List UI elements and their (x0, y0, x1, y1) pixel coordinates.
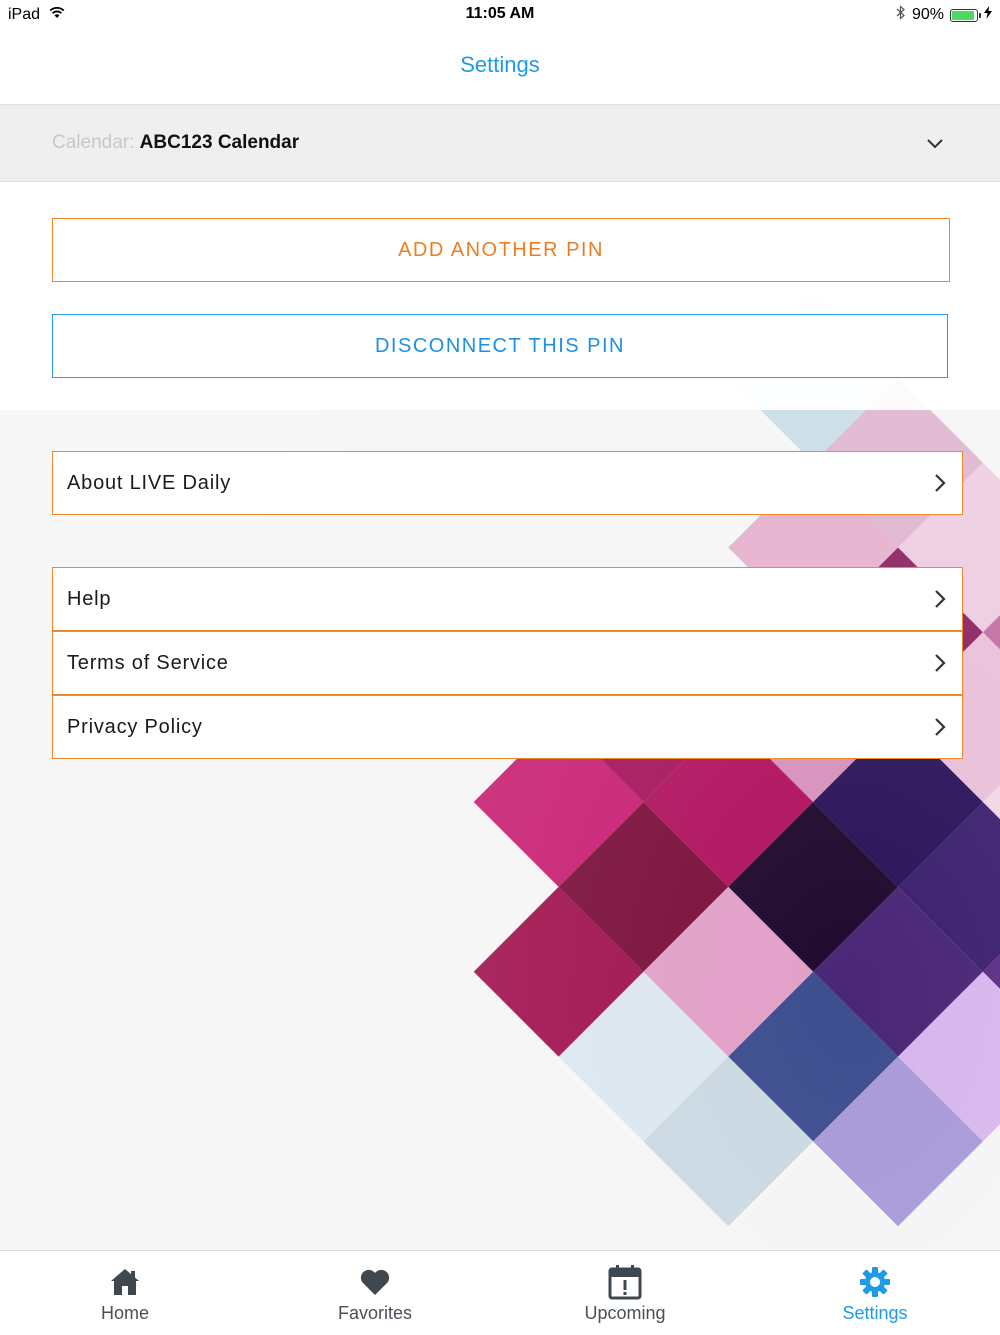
menu-item-terms[interactable]: Terms of Service (52, 631, 963, 695)
calendar-alert-icon (608, 1265, 642, 1300)
menu-item-privacy[interactable]: Privacy Policy (52, 695, 963, 759)
charging-bolt-icon (984, 6, 992, 24)
chevron-right-icon (934, 473, 946, 493)
home-icon (109, 1265, 141, 1299)
tab-label: Settings (842, 1303, 908, 1323)
page-title: Settings (460, 52, 540, 77)
tab-label: Upcoming (584, 1303, 666, 1323)
calendar-selector[interactable]: Calendar: ABC123 Calendar (0, 104, 1000, 182)
battery-percent: 90% (911, 6, 944, 23)
chevron-right-icon (934, 589, 946, 609)
status-bar: iPad 11:05 AM 90% (0, 0, 1000, 28)
tab-settings[interactable]: Settings (750, 1251, 1000, 1335)
gear-icon (859, 1265, 891, 1299)
menu-item-label: About LIVE Daily (67, 471, 231, 494)
chevron-right-icon (934, 653, 946, 673)
chevron-down-icon[interactable] (926, 137, 944, 155)
chevron-right-icon (934, 717, 946, 737)
menu-item-label: Terms of Service (67, 651, 229, 674)
menu-item-about[interactable]: About LIVE Daily (52, 451, 963, 515)
menu-item-help[interactable]: Help (52, 567, 963, 631)
tab-label: Home (100, 1303, 149, 1323)
tab-upcoming[interactable]: Upcoming (500, 1251, 750, 1335)
battery-icon (950, 8, 981, 22)
calendar-label: Calendar: (52, 132, 140, 153)
navigation-bar: Settings (0, 28, 1000, 104)
calendar-value: ABC123 Calendar (139, 132, 300, 153)
add-another-pin-button[interactable]: ADD ANOTHER PIN (52, 218, 950, 282)
clock: 11:05 AM (465, 5, 535, 22)
menu-item-label: Help (67, 587, 112, 610)
tab-bar: Home Favorites Upcoming Settings (0, 1250, 1000, 1335)
heart-icon (359, 1265, 391, 1299)
tab-favorites[interactable]: Favorites (250, 1251, 500, 1335)
bluetooth-icon (896, 5, 906, 25)
menu-item-label: Privacy Policy (67, 715, 203, 738)
disconnect-pin-button[interactable]: DISCONNECT THIS PIN (52, 314, 948, 378)
tab-home[interactable]: Home (0, 1251, 250, 1335)
tab-label: Favorites (337, 1303, 413, 1323)
